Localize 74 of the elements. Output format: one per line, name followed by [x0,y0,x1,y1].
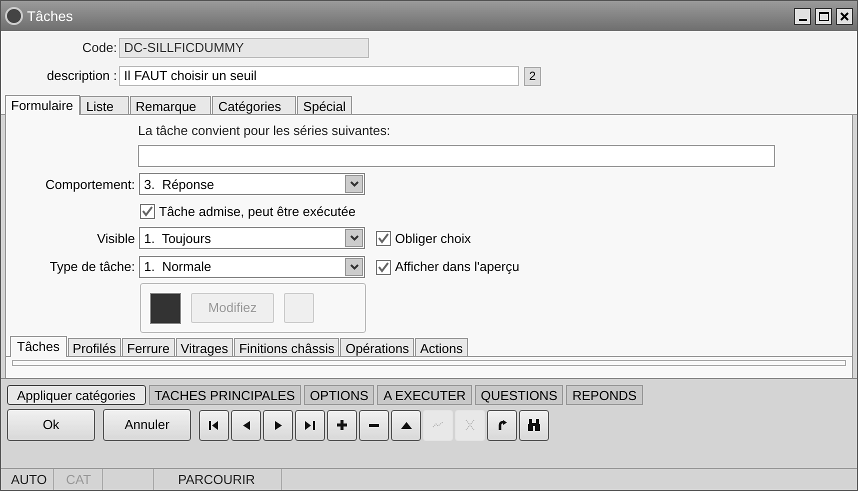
status-text: CAT [54,469,103,490]
tab[interactable]: Catégories [212,96,296,114]
checkmark-icon [432,421,444,429]
tab[interactable]: Finitions châssis [234,338,340,356]
plus-icon [337,420,347,430]
dropdown[interactable]: 3. Réponse [139,173,365,196]
tab[interactable]: Vitrages [176,338,234,356]
minus-icon [369,424,379,426]
up-triangle-icon [400,422,412,428]
series-label: La tâche convient pour les séries suivantes: [138,122,392,140]
binoculars-icon [527,419,541,431]
tab[interactable]: Formulaire [5,95,80,115]
tab[interactable]: Actions [415,338,468,356]
count-badge: 2 [524,66,541,86]
checkbox-label: Obliger choix [395,230,471,248]
description-label: description : [46,67,118,86]
tab[interactable]: Remarque [130,96,212,114]
minimize-button[interactable] [794,8,811,24]
category-button[interactable]: QUESTIONS [474,385,564,405]
app-icon [5,7,23,25]
tab[interactable]: Tâches [10,336,67,357]
tab[interactable]: Profilés [68,338,121,356]
tab[interactable]: Liste [80,96,129,114]
toolbar-button[interactable] [327,410,357,440]
toolbar-button[interactable] [263,410,293,440]
color-swatch[interactable] [150,292,181,324]
close-button[interactable] [836,8,853,24]
visible-label: Visible [96,230,136,248]
toolbar-button[interactable] [231,410,261,440]
checkbox-label: Tâche admise, peut être exécutée [159,202,356,221]
dropdown[interactable]: 1. Normale [139,256,365,278]
category-button[interactable]: Appliquer catégories [7,385,146,405]
category-button[interactable]: REPONDS [566,385,643,405]
last-record-icon [305,420,315,430]
previous-icon [242,420,250,430]
cross-icon [465,419,475,431]
series-field[interactable] [138,144,775,168]
scrollbar[interactable] [12,360,846,366]
refresh-icon [497,420,507,430]
status-text: PARCOURIR [154,469,282,490]
checkbox-label: Afficher dans l'aperçu [395,258,520,276]
checkbox[interactable] [376,260,391,275]
toolbar-button[interactable] [519,410,549,440]
window-title: Tâches [27,6,73,26]
tab[interactable]: Opérations [340,338,414,356]
toolbar-button[interactable] [199,410,229,440]
category-button[interactable]: A EXECUTER [377,385,472,405]
checkbox[interactable] [140,204,155,219]
close-icon [840,12,849,20]
dialog-button[interactable]: Ok [7,409,95,441]
dropdown[interactable]: 1. Toujours [139,227,365,250]
maximize-button[interactable] [815,8,832,24]
tab[interactable]: Ferrure [122,338,175,356]
chevron-icon [345,258,363,276]
description-field[interactable]: Il FAUT choisir un seuil [119,66,519,86]
category-button[interactable]: TACHES PRINCIPALES [148,385,301,405]
toolbar-button[interactable] [295,410,325,440]
minimize-icon [798,18,806,20]
status-text: AUTO [1,469,54,490]
code-label: Code: [81,39,118,58]
tab[interactable]: Spécial [297,96,352,114]
toolbar-button[interactable] [359,410,389,440]
maximize-icon [818,12,828,20]
checkbox[interactable] [376,230,391,246]
category-button[interactable]: OPTIONS [304,385,374,405]
type-label: Type de tâche: [48,258,136,276]
chevron-icon [345,175,363,194]
toolbar-button[interactable] [487,410,517,440]
next-icon [274,420,282,430]
dialog-button[interactable]: Annuler [103,409,191,441]
chevron-icon [345,229,363,248]
first-record-icon [209,420,219,430]
toolbar-button[interactable] [391,410,421,440]
comportement-label: Comportement: [44,176,136,194]
